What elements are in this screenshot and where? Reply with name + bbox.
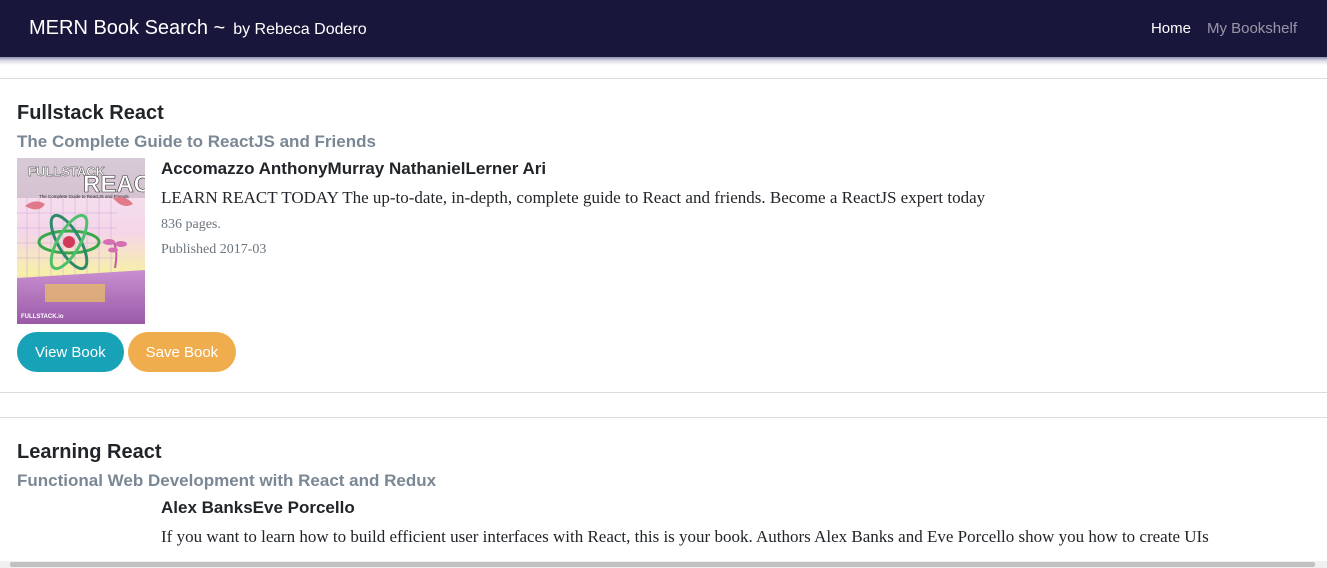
horizontal-scrollbar[interactable]	[0, 561, 1327, 568]
book-authors: Accomazzo AnthonyMurray NathanielLerner …	[161, 159, 547, 178]
book-cover-image: FULLSTACK REACT The Complete Guide to Re…	[17, 158, 145, 324]
nav-links: Home My Bookshelf	[1151, 20, 1297, 37]
book-cover-placeholder	[17, 497, 145, 548]
save-book-button[interactable]: Save Book	[127, 332, 237, 372]
book-subtitle: The Complete Guide to ReactJS and Friend…	[17, 132, 376, 151]
book-description: If you want to learn how to build effici…	[161, 527, 1209, 546]
brand-author: by Rebeca Dodero	[233, 21, 367, 38]
book-body: FULLSTACK REACT The Complete Guide to Re…	[17, 158, 1310, 324]
book-title: Fullstack React	[17, 102, 164, 124]
navbar: MERN Book Search ~ by Rebeca Dodero Home…	[0, 0, 1327, 57]
svg-text:FULLSTACK.io: FULLSTACK.io	[21, 314, 64, 320]
scrollbar-thumb[interactable]	[10, 562, 1315, 567]
book-page-count: 836 pages.	[161, 217, 221, 232]
nav-link-home[interactable]: Home	[1151, 20, 1191, 37]
brand[interactable]: MERN Book Search ~ by Rebeca Dodero	[29, 17, 367, 40]
nav-link-my-bookshelf[interactable]: My Bookshelf	[1207, 20, 1297, 37]
brand-title: MERN Book Search ~	[29, 17, 226, 39]
book-card: Learning React Functional Web Developmen…	[0, 417, 1327, 568]
book-card: Fullstack React The Complete Guide to Re…	[0, 78, 1327, 393]
book-subtitle: Functional Web Development with React an…	[17, 471, 437, 490]
book-published-date: Published 2017-03	[161, 242, 267, 257]
book-actions: View Book Save Book	[17, 332, 1310, 372]
view-book-button[interactable]: View Book	[17, 332, 124, 372]
book-authors: Alex BanksEve Porcello	[161, 498, 355, 517]
navbar-shadow	[0, 57, 1327, 65]
book-body: Alex BanksEve Porcello If you want to le…	[17, 497, 1310, 548]
book-info: Alex BanksEve Porcello If you want to le…	[161, 497, 1209, 548]
book-title: Learning React	[17, 441, 162, 463]
book-info: Accomazzo AnthonyMurray NathanielLerner …	[161, 158, 985, 324]
book-description: LEARN REACT TODAY The up-to-date, in-dep…	[161, 188, 986, 207]
